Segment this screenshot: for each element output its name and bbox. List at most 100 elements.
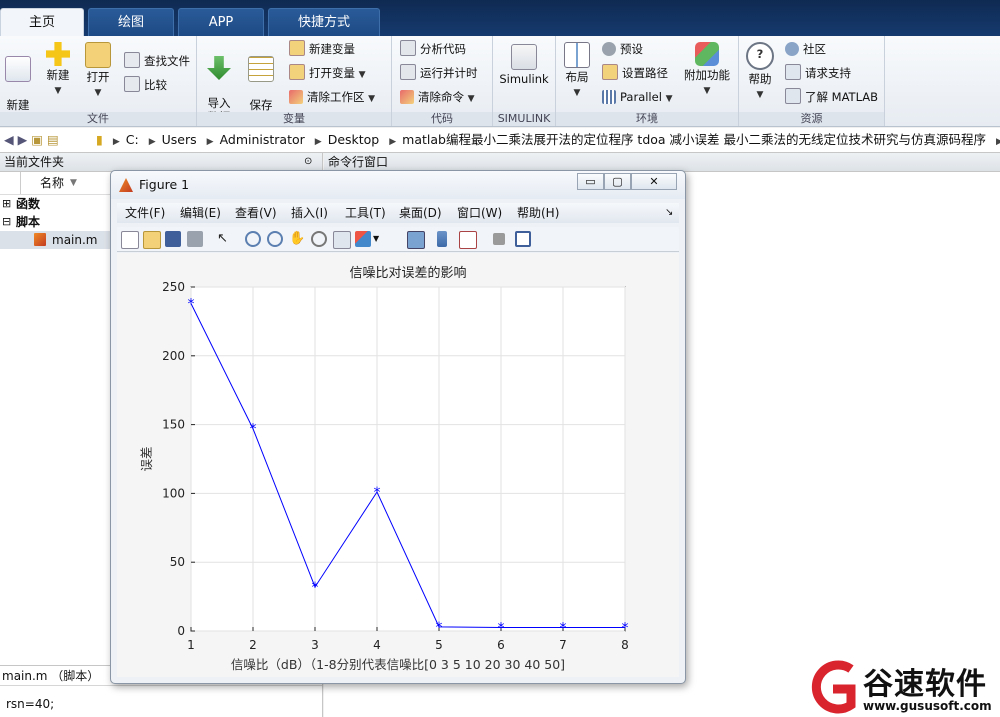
expand-icon[interactable]: ⊞ bbox=[2, 195, 11, 213]
rotate-icon[interactable] bbox=[311, 231, 327, 247]
figure-canvas: 1 2 3 4 5 6 7 8 0 50 100 150 200 250 * * * * * * * * 信噪比对误差的… bbox=[117, 253, 679, 677]
preferences-button[interactable]: 预设 bbox=[602, 40, 643, 58]
new-variable-label: 新建变量 bbox=[309, 42, 355, 56]
print-icon[interactable] bbox=[187, 231, 203, 247]
hide-plot-tools-icon[interactable] bbox=[493, 233, 505, 245]
parallel-button[interactable]: Parallel ▼ bbox=[602, 88, 672, 106]
tab-home[interactable]: 主页 bbox=[0, 8, 84, 36]
compare-label: 比较 bbox=[144, 78, 167, 92]
save-icon[interactable] bbox=[165, 231, 181, 247]
chevron-down-icon: ▼ bbox=[467, 94, 475, 104]
layout-button[interactable]: 布局 ▼ bbox=[560, 42, 594, 100]
find-files-button[interactable]: 查找文件 bbox=[124, 52, 190, 70]
compare-button[interactable]: 比较 bbox=[124, 76, 167, 94]
clear-workspace-button[interactable]: 清除工作区 ▼ bbox=[289, 88, 375, 106]
plus-icon bbox=[46, 42, 70, 66]
brush-icon[interactable] bbox=[355, 231, 371, 247]
file-name-main: main.m bbox=[52, 233, 98, 247]
breadcrumb-drive[interactable]: C: bbox=[126, 128, 139, 152]
open-variable-button[interactable]: 打开变量 ▼ bbox=[289, 64, 366, 82]
breadcrumb-users[interactable]: Users bbox=[162, 128, 197, 152]
learn-matlab-button[interactable]: 了解 MATLAB bbox=[785, 88, 878, 106]
forward-arrow-icon[interactable]: ▶ bbox=[18, 132, 28, 147]
menu-help[interactable]: 帮助(H) bbox=[517, 203, 559, 223]
chevron-down-icon: ▼ bbox=[368, 94, 376, 104]
clear-workspace-label: 清除工作区 bbox=[307, 90, 365, 104]
tab-apps[interactable]: APP bbox=[178, 8, 264, 36]
breadcrumb-project[interactable]: matlab编程最小二乘法展开法的定位程序 tdoa 减小误差 最小二乘法的无线… bbox=[402, 128, 986, 152]
addons-icon bbox=[695, 42, 719, 66]
menu-tools[interactable]: 工具(T) bbox=[345, 203, 386, 223]
folder-icon: ▮ bbox=[95, 132, 103, 147]
y-tick-label: 200 bbox=[162, 349, 185, 363]
analyze-code-button[interactable]: 分析代码 bbox=[400, 40, 466, 58]
tab-strip: 主页 绘图 APP 快捷方式 bbox=[0, 0, 1000, 36]
menu-insert[interactable]: 插入(I) bbox=[291, 203, 328, 223]
menu-file[interactable]: 文件(F) bbox=[125, 203, 165, 223]
y-tick-label: 0 bbox=[177, 624, 185, 638]
request-support-button[interactable]: 请求支持 bbox=[785, 64, 851, 82]
up-folder-icon[interactable]: ▣ bbox=[31, 132, 43, 147]
clear-commands-button[interactable]: 清除命令 ▼ bbox=[400, 88, 475, 106]
y-tick-label: 250 bbox=[162, 280, 185, 294]
simulink-icon bbox=[511, 44, 537, 70]
legend-icon[interactable] bbox=[459, 231, 477, 249]
colorbar-icon[interactable] bbox=[437, 231, 447, 247]
open-file-icon[interactable] bbox=[143, 231, 161, 249]
simulink-button[interactable]: Simulink bbox=[497, 44, 551, 86]
data-cursor-icon[interactable] bbox=[333, 231, 351, 249]
open-variable-icon bbox=[289, 64, 305, 80]
chevron-down-icon: ▼ bbox=[54, 86, 62, 96]
set-path-button[interactable]: 设置路径 bbox=[602, 64, 668, 82]
x-tick-label: 6 bbox=[497, 638, 505, 652]
maximize-button[interactable]: ▢ bbox=[604, 173, 631, 190]
panel-menu-icon[interactable]: ⊙ bbox=[304, 153, 312, 171]
addons-button[interactable]: 附加功能 ▼ bbox=[680, 42, 734, 98]
back-arrow-icon[interactable]: ◀ bbox=[4, 132, 14, 147]
pointer-icon[interactable]: ↖ bbox=[217, 231, 229, 247]
simulink-group-label: SIMULINK bbox=[493, 112, 555, 126]
run-and-time-button[interactable]: 运行并计时 bbox=[400, 64, 478, 82]
new-variable-button[interactable]: 新建变量 bbox=[289, 40, 355, 58]
open-button[interactable]: 打开 ▼ bbox=[80, 42, 116, 100]
separator-icon: ▶ bbox=[314, 137, 322, 147]
maximize-icon: ▢ bbox=[612, 175, 623, 188]
show-plot-tools-icon[interactable] bbox=[515, 231, 531, 247]
zoom-out-icon[interactable] bbox=[267, 231, 283, 247]
new-figure-icon[interactable] bbox=[121, 231, 139, 249]
set-path-icon bbox=[602, 64, 618, 80]
clear-commands-label: 清除命令 bbox=[418, 90, 464, 104]
link-plot-icon[interactable] bbox=[407, 231, 425, 249]
tree-label-functions: 函数 bbox=[16, 197, 41, 211]
help-button[interactable]: ? 帮助 ▼ bbox=[743, 42, 777, 102]
new-button[interactable]: 新建 ▼ bbox=[40, 42, 76, 98]
close-button[interactable]: ✕ bbox=[631, 173, 677, 190]
figure-title-bar[interactable]: Figure 1 ▭ ▢ ✕ bbox=[111, 171, 685, 199]
menu-desktop[interactable]: 桌面(D) bbox=[399, 203, 442, 223]
x-tick-label: 2 bbox=[249, 638, 257, 652]
tab-plots[interactable]: 绘图 bbox=[88, 8, 174, 36]
new-label: 新建 bbox=[46, 68, 70, 82]
menu-view[interactable]: 查看(V) bbox=[235, 203, 277, 223]
breadcrumb-desktop[interactable]: Desktop bbox=[328, 128, 380, 152]
addons-label: 附加功能 bbox=[684, 68, 730, 82]
community-label: 社区 bbox=[803, 42, 826, 56]
name-column-header[interactable]: 名称 bbox=[40, 172, 64, 194]
chevron-down-icon: ▼ bbox=[358, 70, 366, 80]
eraser-icon bbox=[400, 90, 414, 104]
pan-hand-icon[interactable]: ✋ bbox=[289, 231, 305, 247]
menu-edit[interactable]: 编辑(E) bbox=[180, 203, 221, 223]
separator-icon: ▶ bbox=[389, 137, 397, 147]
collapse-icon[interactable]: ⊟ bbox=[2, 213, 11, 231]
breadcrumb-administrator[interactable]: Administrator bbox=[220, 128, 305, 152]
chevron-down-icon: ▼ bbox=[573, 88, 581, 98]
zoom-in-icon[interactable] bbox=[245, 231, 261, 247]
dock-arrow-icon[interactable]: ↘ bbox=[665, 203, 673, 223]
chevron-down-icon[interactable]: ▼ bbox=[373, 231, 381, 247]
request-support-icon bbox=[785, 64, 801, 80]
minimize-button[interactable]: ▭ bbox=[577, 173, 604, 190]
browse-folder-icon[interactable]: ▤ bbox=[47, 132, 59, 147]
menu-window[interactable]: 窗口(W) bbox=[457, 203, 502, 223]
tab-shortcuts[interactable]: 快捷方式 bbox=[268, 8, 380, 36]
community-button[interactable]: 社区 bbox=[785, 40, 826, 58]
